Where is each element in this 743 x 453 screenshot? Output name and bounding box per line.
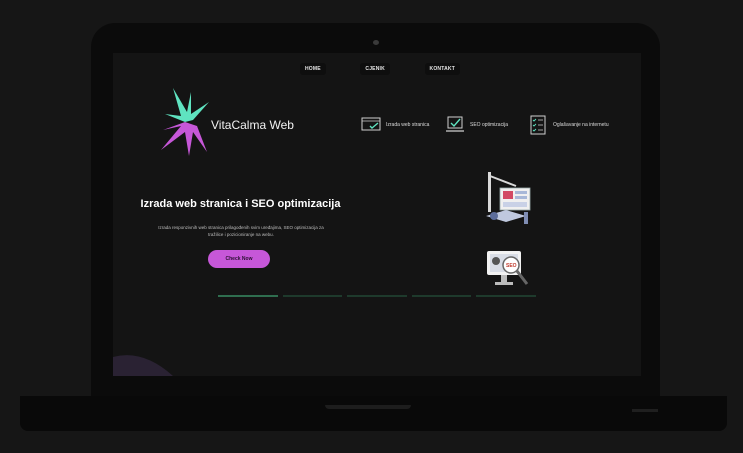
services-row: Izrada web stranica SEO optimizacija Ogl… (361, 115, 621, 139)
carousel-dot[interactable] (411, 295, 472, 297)
service-ads[interactable]: Oglašavanje na internetu (528, 115, 609, 135)
logo-star-icon (161, 88, 209, 156)
carousel-dot[interactable] (476, 295, 536, 297)
service-seo[interactable]: SEO optimizacija (445, 115, 508, 135)
brand-name: VitaCalma Web (211, 118, 294, 132)
carousel-dot[interactable] (218, 295, 278, 297)
monitor-check-icon (361, 117, 381, 131)
laptop-foot (632, 409, 658, 412)
laptop-check-icon (446, 116, 464, 132)
check-now-button[interactable]: Check Now (208, 250, 270, 268)
laptop-base (20, 396, 727, 431)
service-ads-label: Oglašavanje na internetu (553, 122, 609, 128)
hero-title: Izrada web stranica i SEO optimizacija (140, 198, 341, 210)
nav-item-home[interactable]: HOME (300, 63, 326, 75)
decorative-wave (113, 355, 173, 376)
top-nav: HOME CJENIK KONTAKT (300, 61, 460, 77)
carousel-dot[interactable] (282, 295, 343, 297)
nav-item-cjenik[interactable]: CJENIK (360, 63, 390, 75)
carousel-dot[interactable] (347, 295, 407, 297)
checklist-icon (530, 115, 546, 135)
seo-monitor-illustration: SEO (487, 251, 529, 285)
webcam (373, 40, 379, 45)
svg-text:SEO: SEO (506, 263, 517, 269)
service-web[interactable]: Izrada web stranica (361, 115, 429, 135)
service-web-label: Izrada web stranica (386, 122, 430, 128)
website-screen: HOME CJENIK KONTAKT VitaCalma Web Izrada… (113, 53, 641, 376)
nav-item-kontakt[interactable]: KONTAKT (424, 63, 460, 75)
hero-description: Izrada responzivnih web stranica prilago… (158, 225, 324, 237)
hero-carousel-indicators (218, 295, 536, 298)
service-seo-label: SEO optimizacija (470, 122, 509, 128)
web-development-illustration (486, 172, 531, 224)
laptop-notch (325, 405, 411, 409)
